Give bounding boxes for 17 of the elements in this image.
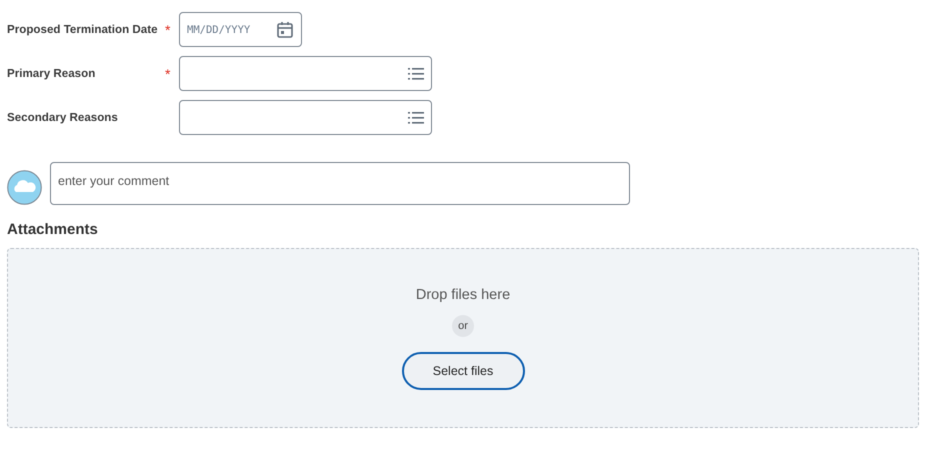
avatar-icon bbox=[7, 170, 42, 205]
field-label: Proposed Termination Date bbox=[7, 22, 159, 37]
select-field[interactable] bbox=[179, 56, 432, 91]
field-label: Secondary Reasons bbox=[7, 110, 119, 125]
select-field[interactable] bbox=[179, 100, 432, 135]
drop-text: Drop files here bbox=[416, 287, 510, 303]
list-icon[interactable] bbox=[408, 66, 424, 80]
field-label: Primary Reason bbox=[7, 66, 96, 81]
section-heading: Attachments bbox=[7, 221, 99, 238]
list-icon[interactable] bbox=[408, 110, 424, 124]
comment-field[interactable]: enter your comment bbox=[50, 162, 630, 205]
or-badge: or bbox=[452, 315, 474, 337]
required-mark: * bbox=[165, 22, 172, 38]
date-field[interactable]: MM/DD/YYYY bbox=[179, 12, 302, 47]
select-files-button[interactable]: Select files bbox=[402, 352, 524, 390]
required-mark: * bbox=[165, 66, 172, 82]
calendar-icon[interactable] bbox=[276, 21, 294, 39]
